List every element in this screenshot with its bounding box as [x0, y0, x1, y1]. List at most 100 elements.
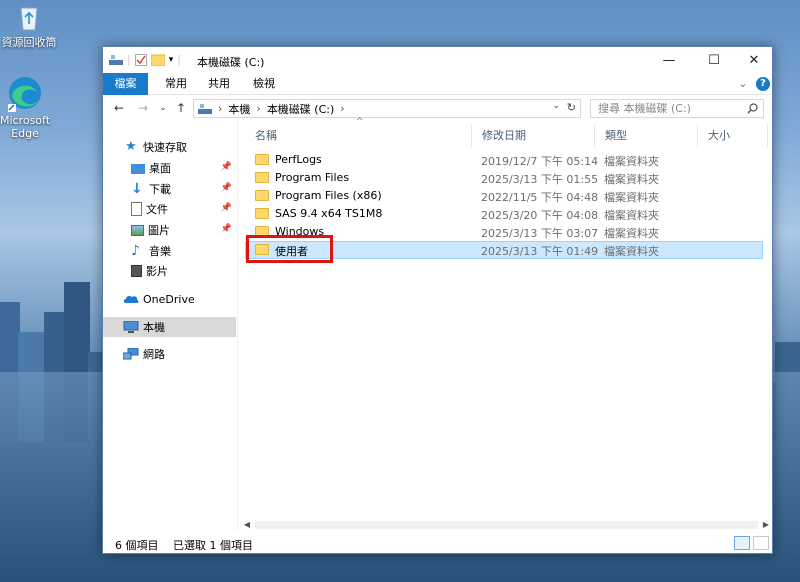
address-row: ← → ⌄ ↑ › 本機 › 本機磁碟 (C:) › ⌄ ↻ 搜尋 本機磁碟 (…: [103, 95, 772, 121]
desktop-icon-edge[interactable]: Microsoft Edge: [0, 74, 60, 140]
nav-label: 網路: [143, 348, 165, 361]
toolbar-separator: |: [127, 53, 131, 66]
back-button[interactable]: ←: [111, 100, 127, 116]
file-name: Program Files: [275, 171, 350, 184]
expand-ribbon-button[interactable]: ⌄: [736, 73, 750, 95]
nav-label: 桌面: [149, 162, 171, 175]
table-row[interactable]: Program Files (x86) 2022/11/5 下午 04:48 檔…: [245, 187, 763, 205]
scroll-right-icon[interactable]: ▶: [760, 519, 772, 531]
nav-label: 本機: [143, 321, 165, 334]
file-name: PerfLogs: [275, 153, 322, 166]
properties-icon[interactable]: [134, 53, 147, 66]
close-button[interactable]: ✕: [734, 47, 774, 73]
nav-quick-access[interactable]: ★ 快速存取: [103, 137, 236, 157]
scroll-left-icon[interactable]: ◀: [241, 519, 253, 531]
tab-file[interactable]: 檔案: [103, 73, 148, 95]
horizontal-scrollbar[interactable]: ◀ ▶: [241, 519, 772, 531]
file-explorer-window: | ▾ | 本機磁碟 (C:) — ☐ ✕ 檔案 常用 共用 檢視 ⌄ ? ← …: [102, 46, 773, 554]
nav-label: 下載: [149, 183, 171, 196]
file-name: SAS 9.4 x64 TS1M8: [275, 207, 383, 220]
quick-access-toolbar: | ▾ |: [109, 53, 181, 66]
file-type: 檔案資料夾: [604, 173, 659, 186]
column-header-date[interactable]: 修改日期: [472, 125, 595, 147]
table-row[interactable]: Program Files 2025/3/13 下午 01:55 檔案資料夾: [245, 169, 763, 187]
forward-button[interactable]: →: [135, 100, 151, 116]
file-type: 檔案資料夾: [604, 155, 659, 168]
desktop-icon-label: 資源回收筒: [1, 36, 57, 49]
folder-icon: [255, 154, 269, 165]
pin-icon[interactable]: 📌: [221, 203, 232, 213]
recycle-bin-icon: [20, 7, 38, 31]
tab-view[interactable]: 檢視: [244, 73, 284, 95]
large-icons-view-button[interactable]: [753, 536, 769, 550]
drive-small-icon[interactable]: [109, 54, 123, 66]
file-date: 2022/11/5 下午 04:48: [481, 191, 599, 204]
maximize-button[interactable]: ☐: [694, 47, 734, 73]
desktop-icon: [131, 163, 145, 174]
network-icon: [123, 348, 139, 360]
nav-documents[interactable]: 文件 📌: [103, 199, 236, 219]
details-view-button[interactable]: [734, 536, 750, 550]
tab-home[interactable]: 常用: [156, 73, 196, 95]
column-header-type[interactable]: 類型: [595, 125, 698, 147]
pin-icon[interactable]: 📌: [221, 162, 232, 172]
new-folder-icon[interactable]: [150, 54, 165, 66]
file-name: Program Files (x86): [275, 189, 382, 202]
video-icon: [131, 265, 142, 277]
onedrive-icon: [123, 295, 139, 303]
edge-icon: [8, 77, 41, 112]
minimize-button[interactable]: —: [649, 47, 689, 73]
search-icon: [747, 103, 758, 114]
nav-onedrive[interactable]: OneDrive: [103, 289, 236, 309]
file-date: 2025/3/13 下午 01:55: [481, 173, 599, 186]
folder-icon: [255, 190, 269, 201]
customize-toolbar-icon[interactable]: ▾: [169, 55, 174, 65]
scroll-track[interactable]: [255, 521, 758, 529]
nav-desktop[interactable]: 桌面 📌: [103, 158, 236, 178]
file-list: ^ 名稱 修改日期 類型 大小 PerfLogs 2019/12/7 下午 05…: [241, 117, 772, 531]
nav-this-pc[interactable]: 本機: [103, 317, 236, 337]
search-input[interactable]: 搜尋 本機磁碟 (C:): [590, 99, 764, 118]
table-row[interactable]: PerfLogs 2019/12/7 下午 05:14 檔案資料夾: [245, 151, 763, 169]
breadcrumb-this-pc[interactable]: 本機: [228, 101, 250, 117]
file-type: 檔案資料夾: [604, 227, 659, 240]
file-type: 檔案資料夾: [604, 191, 659, 204]
nav-pictures[interactable]: 圖片 📌: [103, 220, 236, 240]
file-date: 2019/12/7 下午 05:14: [481, 155, 599, 168]
search-placeholder: 搜尋 本機磁碟 (C:): [598, 102, 691, 115]
toolbar-separator: |: [177, 53, 181, 66]
pin-icon[interactable]: 📌: [221, 224, 232, 234]
breadcrumb-drive-c[interactable]: 本機磁碟 (C:): [267, 101, 334, 117]
nav-music[interactable]: ♪ 音樂: [103, 241, 236, 261]
nav-network[interactable]: 網路: [103, 344, 236, 364]
up-button[interactable]: ↑: [173, 100, 189, 116]
nav-label: 音樂: [149, 245, 171, 258]
recent-locations-button[interactable]: ⌄: [155, 100, 171, 116]
file-date: 2025/3/13 下午 03:07: [481, 227, 599, 240]
pin-icon[interactable]: 📌: [221, 183, 232, 193]
help-button[interactable]: ?: [756, 77, 770, 91]
nav-downloads[interactable]: ↓ 下載 📌: [103, 179, 236, 199]
file-type: 檔案資料夾: [604, 209, 659, 222]
nav-label: 影片: [146, 265, 168, 278]
folder-icon: [255, 208, 269, 219]
refresh-icon[interactable]: ↻: [567, 101, 576, 114]
nav-label: 快速存取: [143, 141, 187, 154]
address-dropdown-icon[interactable]: ⌄: [552, 101, 560, 111]
table-row[interactable]: SAS 9.4 x64 TS1M8 2025/3/20 下午 04:08 檔案資…: [245, 205, 763, 223]
column-header-size[interactable]: 大小: [698, 125, 768, 147]
nav-videos[interactable]: 影片: [103, 261, 236, 281]
download-icon: ↓: [131, 181, 143, 197]
breadcrumb-separator: ›: [218, 102, 223, 115]
column-header-name[interactable]: 名稱: [245, 125, 472, 147]
address-bar[interactable]: › 本機 › 本機磁碟 (C:) › ⌄ ↻: [193, 99, 581, 118]
tab-share[interactable]: 共用: [199, 73, 239, 95]
desktop-icon-recycle-bin[interactable]: 資源回收筒: [0, 2, 64, 50]
file-date: 2025/3/13 下午 01:49: [481, 245, 599, 258]
nav-label: 文件: [146, 203, 168, 216]
file-date: 2025/3/20 下午 04:08: [481, 209, 599, 222]
nav-label: 圖片: [148, 224, 170, 237]
nav-label: OneDrive: [143, 292, 195, 306]
star-icon: ★: [125, 139, 137, 154]
computer-icon: [123, 321, 139, 333]
